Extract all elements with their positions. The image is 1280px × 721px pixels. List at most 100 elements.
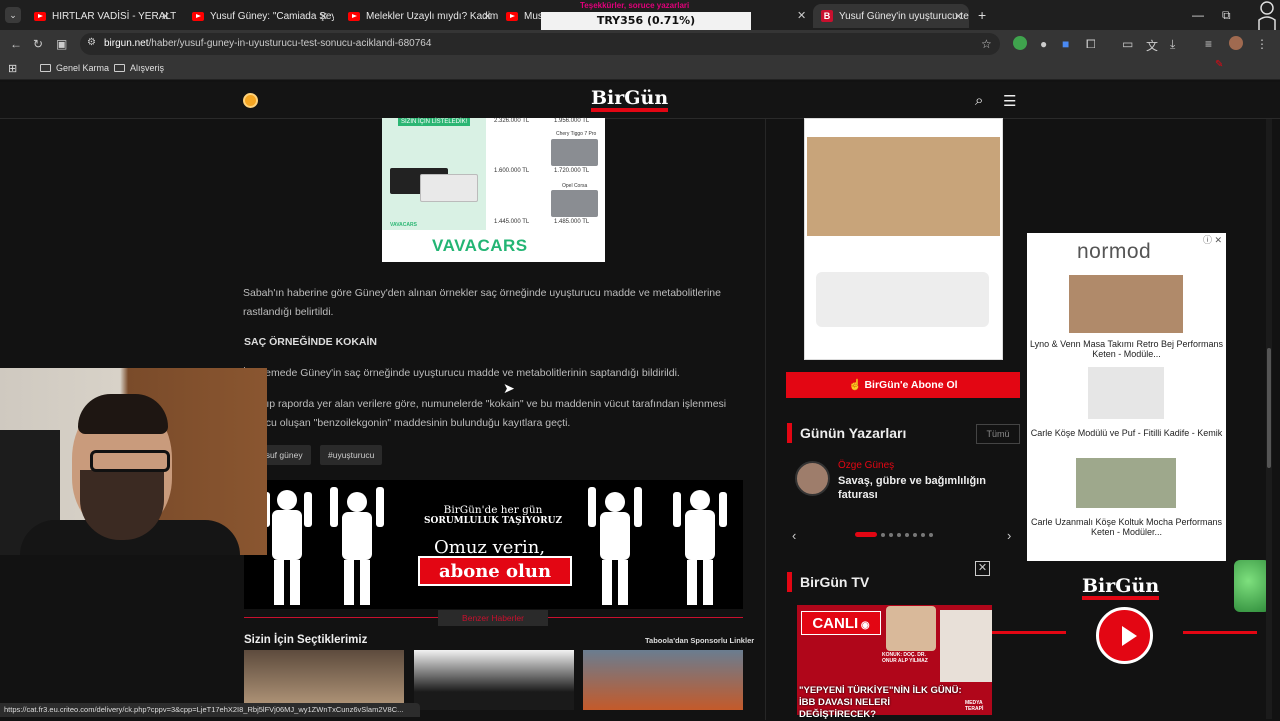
carousel-dots: [855, 532, 933, 537]
chair-image[interactable]: [1069, 275, 1183, 333]
cast-icon[interactable]: ▭: [1122, 37, 1133, 51]
theme-toggle-icon[interactable]: [243, 93, 258, 108]
broadcast-icon: ◉: [858, 620, 870, 631]
price-label: 1.600.000 TL: [494, 168, 530, 174]
google-translate-icon[interactable]: 文: [1146, 37, 1158, 54]
translate-icon[interactable]: ■: [1062, 37, 1069, 51]
tab-1[interactable]: HIRTLAR VADİSİ - YERALTI DİZİ ✕: [26, 4, 176, 28]
puzzle-icon[interactable]: ⧠: [1086, 37, 1096, 52]
play-icon[interactable]: [1096, 607, 1153, 664]
tab-label: Yusuf Güney: "Camiada Şeytan: [210, 10, 334, 22]
bookmarks-bar: [0, 58, 1280, 80]
writer-article-title[interactable]: Savaş, gübre ve bağımlılığın faturası: [838, 474, 1008, 502]
chevron-right-icon[interactable]: ›: [1007, 528, 1011, 543]
back-icon[interactable]: ←: [10, 37, 22, 51]
mouse-cursor-icon: ➤: [503, 380, 515, 396]
banner-cta-2[interactable]: abone olun: [418, 556, 572, 586]
ad-choices-close-icon[interactable]: ⓘ ✕: [1203, 233, 1222, 246]
search-icon[interactable]: ⌕: [975, 92, 983, 109]
reload-icon[interactable]: ↻: [33, 37, 43, 51]
url-text[interactable]: birgun.net/haber/yusuf-guney-in-uyusturu…: [104, 38, 431, 49]
taboola-label[interactable]: Taboola'dan Sponsorlu Linkler: [645, 636, 754, 645]
tab-label: Yusuf Güney'in uyuşturucu test: [839, 10, 969, 22]
carousel-dot[interactable]: [855, 532, 877, 537]
new-tab-icon[interactable]: +: [978, 7, 986, 23]
silhouette-figures: [588, 487, 727, 605]
carousel-dot[interactable]: [897, 532, 901, 537]
apps-grid-icon[interactable]: ⊞: [8, 62, 17, 75]
overlay-ticker-caption: Teşekkürler, soruce yazarlari: [580, 1, 690, 10]
module-image[interactable]: [1088, 367, 1164, 419]
site-info-icon[interactable]: ⚙: [87, 37, 96, 48]
recommended-item[interactable]: [244, 650, 404, 710]
green-jar-overlay: [1234, 560, 1270, 612]
guest-photo: [886, 606, 936, 651]
carousel-dot[interactable]: [913, 532, 917, 537]
download-icon[interactable]: ⤓: [1170, 37, 1175, 52]
menu-kebab-icon[interactable]: ⋮: [1256, 37, 1268, 51]
folder-icon: [40, 64, 51, 72]
player-line: [992, 631, 1066, 634]
tv-program-label: MEDYA TERAPİ: [965, 700, 984, 712]
chevron-left-icon[interactable]: ‹: [792, 528, 796, 543]
close-tab-icon[interactable]: ✕: [483, 10, 492, 23]
bookmark-genel-karma[interactable]: Genel Karma: [40, 63, 109, 73]
car-model-label: Opel Corsa: [562, 183, 588, 189]
tv-caption: "YEPYENİ TÜRKİYE"NİN İLK GÜNÜ: İBB DAVAS…: [799, 685, 962, 720]
extension-icon[interactable]: [1013, 36, 1027, 50]
dining-table-image: [807, 137, 1000, 236]
car-thumbnail: [551, 190, 598, 217]
small-brand-label: VAVACARS: [390, 222, 417, 228]
sofa-image[interactable]: [1076, 458, 1176, 508]
banner-line-2: SORUMLULUK TAŞIYORUZ: [424, 516, 563, 526]
product-caption[interactable]: Carle Köşe Modülü ve Puf - Fitilli Kadif…: [1027, 428, 1226, 438]
tab-2[interactable]: Yusuf Güney: "Camiada Şeytan ✕: [184, 4, 334, 28]
carousel-dot[interactable]: [929, 532, 933, 537]
scrollbar-thumb[interactable]: [1267, 348, 1271, 468]
car-model-label: Chery Tiggo 7 Pro: [556, 131, 597, 137]
close-tab-icon[interactable]: ✕: [797, 9, 806, 22]
restore-icon[interactable]: ⧉: [1222, 8, 1231, 23]
writers-section-title: Günün Yazarları: [787, 423, 906, 443]
tag-uyusturucu[interactable]: #uyuşturucu: [320, 445, 383, 465]
youtube-icon: [34, 11, 46, 21]
recommended-item[interactable]: [583, 650, 743, 710]
tab-search-button[interactable]: ⌄: [5, 7, 21, 23]
close-tab-icon[interactable]: ✕: [161, 10, 170, 23]
more-news-button[interactable]: Benzer Haberler: [438, 610, 548, 626]
price-label: 1.445.000 TL: [494, 219, 530, 225]
price-label: 1.956.000 TL: [554, 118, 590, 124]
reading-list-icon[interactable]: ≡: [1205, 37, 1212, 51]
close-icon[interactable]: ✕: [975, 561, 990, 576]
writers-all-button[interactable]: Tümü: [976, 424, 1020, 444]
writer-avatar[interactable]: [795, 461, 830, 496]
bookmark-alisveris[interactable]: Alışveriş: [114, 63, 164, 73]
article-paragraph: Adli tıp raporda yer alan verilere göre,…: [243, 398, 727, 429]
site-logo[interactable]: BirGün: [591, 89, 669, 112]
product-caption[interactable]: Lyno & Venn Masa Takımı Retro Bej Perfor…: [1027, 339, 1226, 359]
close-tab-icon[interactable]: ✕: [954, 10, 963, 23]
minimize-icon[interactable]: —: [1192, 8, 1204, 22]
carousel-dot[interactable]: [905, 532, 909, 537]
sofa-image: [816, 272, 989, 327]
profile-avatar[interactable]: [1229, 36, 1243, 50]
subscribe-button[interactable]: ☝ BirGün'e Abone Ol: [786, 372, 1020, 398]
vavacars-logo: VAVACARS: [432, 236, 528, 255]
recommended-item[interactable]: [414, 650, 574, 710]
split-view-icon[interactable]: ▣: [56, 37, 67, 51]
hamburger-menu-icon[interactable]: ☰: [1003, 92, 1016, 110]
bookmark-star-icon[interactable]: ☆: [981, 37, 992, 51]
banner-line-1: BirGün'de her gün: [443, 504, 543, 516]
tab-3[interactable]: Melekler Uzaylı mıydı? Kadim M ✕: [340, 4, 498, 28]
extension-icon[interactable]: ●: [1040, 37, 1047, 51]
tab-label: HIRTLAR VADİSİ - YERALTI DİZİ: [52, 10, 176, 22]
close-tab-icon[interactable]: ✕: [319, 10, 328, 23]
writer-name[interactable]: Özge Güneş: [838, 460, 894, 471]
tab-active[interactable]: B Yusuf Güney'in uyuşturucu test ✕: [813, 4, 969, 28]
tab-4[interactable]: Musa: [498, 4, 543, 28]
product-caption[interactable]: Carle Uzanmalı Köşe Koltuk Mocha Perform…: [1027, 517, 1226, 537]
carousel-dot[interactable]: [889, 532, 893, 537]
carousel-dot[interactable]: [921, 532, 925, 537]
carousel-dot[interactable]: [881, 532, 885, 537]
live-badge: CANLI ◉: [801, 611, 881, 635]
